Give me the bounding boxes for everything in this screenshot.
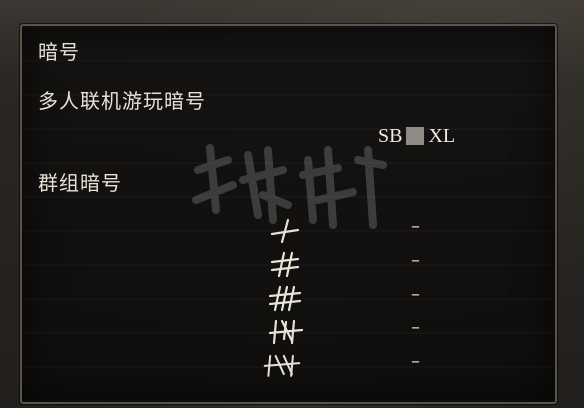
group-password-label: 群组暗号 bbox=[38, 171, 122, 195]
page-title: 暗号 bbox=[38, 40, 80, 64]
one-strike-glyph-icon[interactable] bbox=[266, 216, 306, 244]
group-slot-value: – bbox=[411, 284, 420, 305]
redacted-character bbox=[406, 127, 425, 145]
multiplayer-password-label: 多人联机游玩暗号 bbox=[38, 89, 206, 113]
three-strike-glyph-icon[interactable] bbox=[266, 284, 306, 312]
five-strike-glyph-icon[interactable] bbox=[262, 351, 302, 379]
password-prefix: SB bbox=[378, 124, 403, 147]
group-slot-value: – bbox=[411, 351, 420, 372]
password-suffix: XL bbox=[428, 124, 456, 147]
two-strike-glyph-icon[interactable] bbox=[266, 250, 306, 278]
group-slot-value: – bbox=[411, 250, 420, 271]
multiplayer-password: SB XL bbox=[378, 123, 455, 149]
group-slot-value: – bbox=[411, 216, 420, 237]
four-strike-glyph-icon[interactable] bbox=[266, 317, 306, 345]
group-slot-value: – bbox=[411, 317, 420, 338]
